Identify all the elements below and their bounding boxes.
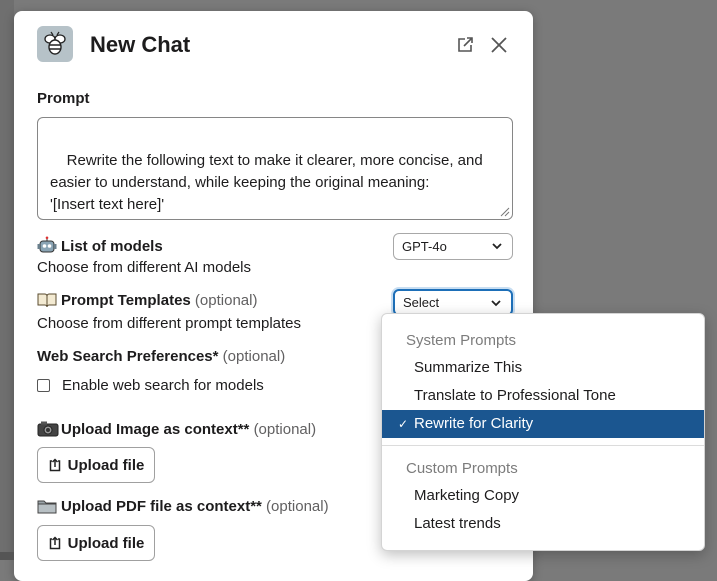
modal-header: New Chat (14, 11, 533, 77)
dropdown-item-trends[interactable]: Latest trends (382, 510, 704, 538)
backdrop-corner (0, 552, 14, 560)
dropdown-group-custom: Custom Prompts (406, 460, 518, 477)
upload-pdf-button[interactable]: Upload file (37, 525, 155, 561)
dropdown-group-system: System Prompts (406, 332, 517, 349)
modal-title: New Chat (90, 32, 191, 57)
upload-icon (49, 536, 60, 550)
checkmark-icon: ✓ (398, 417, 409, 431)
model-select[interactable]: GPT-4o (393, 233, 513, 260)
dropdown-item-translate[interactable]: Translate to Professional Tone (382, 382, 704, 410)
upload-icon (49, 458, 60, 472)
image-upload-label: Upload Image as context** (optional) (37, 420, 316, 438)
open-external-icon[interactable] (454, 34, 476, 56)
close-icon[interactable] (488, 34, 510, 56)
web-search-label: Web Search Preferences* (optional) (37, 348, 286, 365)
prompt-textarea[interactable]: Rewrite the following text to make it cl… (37, 117, 513, 220)
templates-label: Prompt Templates (optional) (37, 292, 257, 310)
bee-icon (37, 26, 73, 62)
prompt-label: Prompt (37, 90, 90, 107)
template-select[interactable]: Select (393, 289, 513, 316)
web-search-checkbox-row[interactable]: Enable web search for models (37, 377, 264, 394)
chevron-down-icon (492, 243, 502, 250)
model-select-value: GPT-4o (402, 239, 447, 254)
chevron-down-icon (491, 300, 501, 307)
models-label: List of models (37, 236, 163, 255)
open-book-icon (37, 292, 57, 310)
prompt-text: Rewrite the following text to make it cl… (50, 152, 483, 213)
dropdown-item-rewrite[interactable]: ✓ Rewrite for Clarity (382, 410, 704, 438)
resize-grip-icon[interactable] (500, 207, 510, 217)
template-select-value: Select (403, 295, 440, 310)
dropdown-item-marketing[interactable]: Marketing Copy (382, 482, 704, 510)
camera-icon (37, 420, 59, 438)
upload-image-button[interactable]: Upload file (37, 447, 155, 483)
web-search-checkbox-label: Enable web search for models (62, 377, 264, 394)
dropdown-separator (382, 445, 704, 446)
template-dropdown-menu: System Prompts Summarize This Translate … (381, 313, 705, 551)
models-description: Choose from different AI models (37, 259, 251, 276)
web-search-checkbox[interactable] (37, 379, 50, 392)
folder-icon (37, 498, 57, 516)
robot-icon (37, 236, 57, 254)
dropdown-item-summarize[interactable]: Summarize This (382, 354, 704, 382)
pdf-upload-label: Upload PDF file as context** (optional) (37, 498, 329, 516)
templates-description: Choose from different prompt templates (37, 315, 302, 332)
backdrop (0, 0, 14, 560)
